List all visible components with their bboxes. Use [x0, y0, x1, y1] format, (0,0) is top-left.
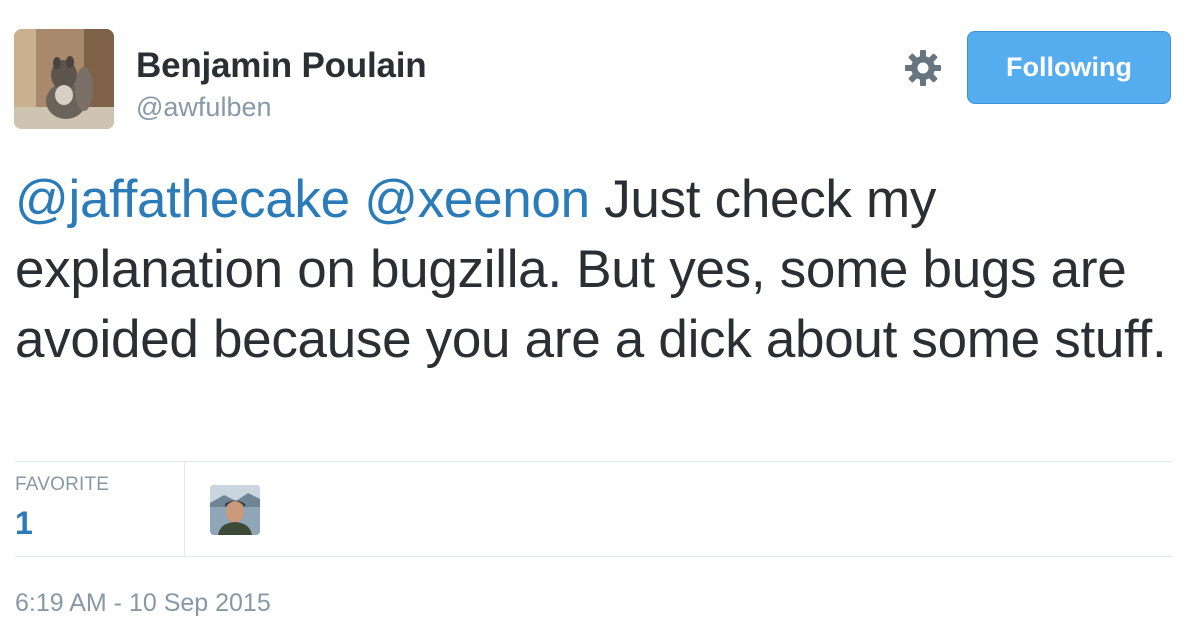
user-avatar-icon: [210, 485, 260, 535]
following-button[interactable]: Following: [967, 31, 1171, 104]
gear-icon[interactable]: [903, 48, 943, 88]
mention-link-jaffathecake[interactable]: @jaffathecake: [15, 170, 350, 229]
tweet-timestamp[interactable]: 6:19 AM - 10 Sep 2015: [15, 589, 271, 618]
tweet-text: @jaffathecake @xeenon Just check my expl…: [15, 165, 1185, 375]
author-name[interactable]: Benjamin Poulain: [136, 46, 427, 86]
divider: [15, 461, 1172, 462]
author-handle[interactable]: @awfulben: [136, 92, 272, 123]
squirrel-avatar-icon: [14, 29, 114, 129]
divider: [15, 556, 1172, 557]
favorite-count[interactable]: 1: [15, 505, 33, 542]
author-avatar[interactable]: [14, 29, 114, 129]
mention-link-xeenon[interactable]: @xeenon: [364, 170, 590, 229]
favorite-label: FAVORITE: [15, 474, 110, 495]
favoriter-avatar[interactable]: [210, 485, 260, 535]
stats-divider: [184, 462, 185, 556]
